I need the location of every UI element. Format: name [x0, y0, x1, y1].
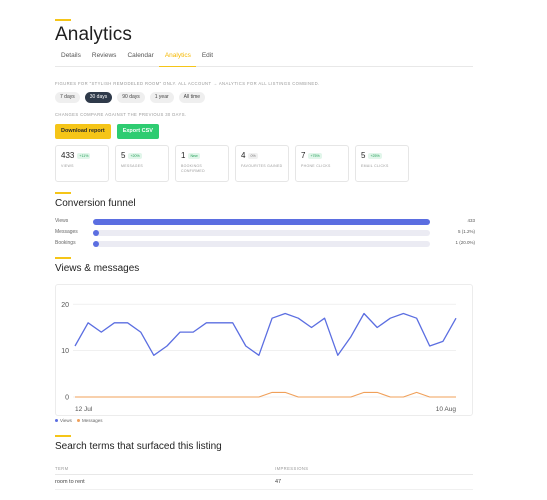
- tab-bar: Details Reviews Calendar Analytics Edit: [55, 47, 473, 67]
- funnel-label: Messages: [55, 229, 78, 235]
- column-header-term: TERM: [55, 466, 69, 471]
- funnel-track: [93, 230, 430, 236]
- action-row: Download report Export CSV: [55, 124, 159, 139]
- range-all-time[interactable]: All time: [178, 92, 206, 103]
- funnel-accent-bar: [55, 192, 71, 194]
- kpi-change-badge: 0%: [248, 152, 258, 159]
- funnel-label: Bookings: [55, 240, 76, 246]
- search-terms-title: Search terms that surfaced this listing: [55, 441, 222, 452]
- impressions-cell: 47: [275, 479, 282, 485]
- compare-note: CHANGES COMPARE AGAINST THE PREVIOUS 30 …: [55, 112, 187, 117]
- range-90-days[interactable]: 90 days: [117, 92, 145, 103]
- column-header-impressions: IMPRESSIONS: [275, 466, 309, 471]
- kpi-card-messages: 5 +20% MESSAGES: [115, 145, 169, 182]
- title-accent-bar: [55, 19, 71, 21]
- funnel-bar: [93, 230, 99, 236]
- legend-label-views: Views: [60, 418, 72, 423]
- kpi-card-bookings: 1 New BOOKINGS CONFIRMED: [175, 145, 229, 182]
- kpi-value: 1: [181, 151, 186, 160]
- kpi-label: BOOKINGS CONFIRMED: [181, 164, 205, 173]
- kpi-card-favourites: 4 0% FAVOURITES GAINED: [235, 145, 289, 182]
- kpi-value: 5: [361, 151, 366, 160]
- funnel-value: 5 (1.2%): [457, 229, 475, 234]
- series-line-views: [74, 312, 457, 356]
- legend-item-messages: Messages: [76, 418, 103, 423]
- kpi-label: FAVOURITES GAINED: [241, 164, 283, 168]
- kpi-change-badge: +20%: [128, 152, 142, 159]
- kpi-label: VIEWS: [61, 164, 74, 168]
- kpi-label: PHONE CLICKS: [301, 164, 331, 168]
- legend-dot-messages: [76, 419, 80, 422]
- tab-details[interactable]: Details: [55, 47, 86, 67]
- tab-analytics[interactable]: Analytics: [158, 47, 196, 67]
- search-terms-header: TERM IMPRESSIONS: [55, 463, 473, 475]
- kpi-change-badge: +75%: [308, 152, 322, 159]
- x-tick-label: 10 Aug: [436, 406, 457, 413]
- kpi-change-badge: +11%: [77, 152, 91, 159]
- kpi-value: 7: [301, 151, 306, 160]
- table-row: room to rent 47: [55, 476, 473, 490]
- tab-edit[interactable]: Edit: [196, 47, 218, 67]
- y-tick-label: 10: [61, 348, 69, 355]
- legend-item-views: Views: [55, 418, 72, 423]
- kpi-change-badge: +25%: [368, 152, 382, 159]
- chart-svg: 0 10 20 12 Jul 10 Aug: [61, 302, 457, 413]
- y-tick-label: 20: [61, 302, 69, 309]
- legend-label-messages: Messages: [81, 418, 103, 423]
- range-7-days[interactable]: 7 days: [55, 92, 80, 103]
- range-selector: 7 days 30 days 90 days 1 year All time: [55, 92, 206, 103]
- funnel-row-messages: Messages 5 (1.2%): [55, 229, 475, 237]
- funnel-bar: [93, 219, 430, 225]
- chart-accent-bar: [55, 257, 71, 259]
- term-cell: room to rent: [55, 479, 85, 485]
- range-30-days[interactable]: 30 days: [84, 92, 113, 103]
- tab-reviews[interactable]: Reviews: [86, 47, 122, 67]
- export-csv-button[interactable]: Export CSV: [116, 124, 159, 139]
- funnel-track: [93, 219, 430, 225]
- kpi-value: 4: [241, 151, 246, 160]
- kpi-change-badge: New: [188, 152, 200, 159]
- x-tick-label: 12 Jul: [75, 406, 93, 413]
- kpi-card-email-clicks: 5 +25% EMAIL CLICKS: [355, 145, 409, 182]
- views-messages-chart: 0 10 20 12 Jul 10 Aug: [55, 284, 473, 416]
- kpi-value: 5: [121, 151, 126, 160]
- kpi-row: 433 +11% VIEWS 5 +20% MESSAGES 1 New BOOKIN…: [55, 145, 409, 182]
- funnel-title: Conversion funnel: [55, 198, 136, 209]
- download-report-button[interactable]: Download report: [55, 124, 111, 139]
- kpi-label: EMAIL CLICKS: [361, 164, 389, 168]
- funnel-row-bookings: Bookings 1 (20.0%): [55, 240, 475, 248]
- funnel-value: 433: [467, 218, 475, 223]
- page-title: Analytics: [55, 24, 132, 45]
- funnel-bar: [93, 241, 99, 247]
- kpi-card-views: 433 +11% VIEWS: [55, 145, 109, 182]
- legend-dot-views: [55, 419, 58, 422]
- tab-calendar[interactable]: Calendar: [121, 47, 158, 67]
- funnel-row-views: Views 433: [55, 218, 475, 226]
- funnel-label: Views: [55, 218, 69, 224]
- search-accent-bar: [55, 435, 71, 437]
- range-1-year[interactable]: 1 year: [149, 92, 174, 103]
- series-line-messages: [75, 391, 456, 398]
- chart-legend: Views Messages: [55, 418, 102, 423]
- y-tick-label: 0: [65, 395, 69, 402]
- kpi-label: MESSAGES: [121, 164, 144, 168]
- kpi-card-phone-clicks: 7 +75% PHONE CLICKS: [295, 145, 349, 182]
- figures-note: FIGURES FOR "STYLISH REMODELED ROOM" ONL…: [55, 81, 320, 86]
- funnel-value: 1 (20.0%): [455, 240, 475, 245]
- chart-section-title: Views & messages: [55, 263, 140, 274]
- funnel-track: [93, 241, 430, 247]
- kpi-value: 433: [61, 151, 75, 160]
